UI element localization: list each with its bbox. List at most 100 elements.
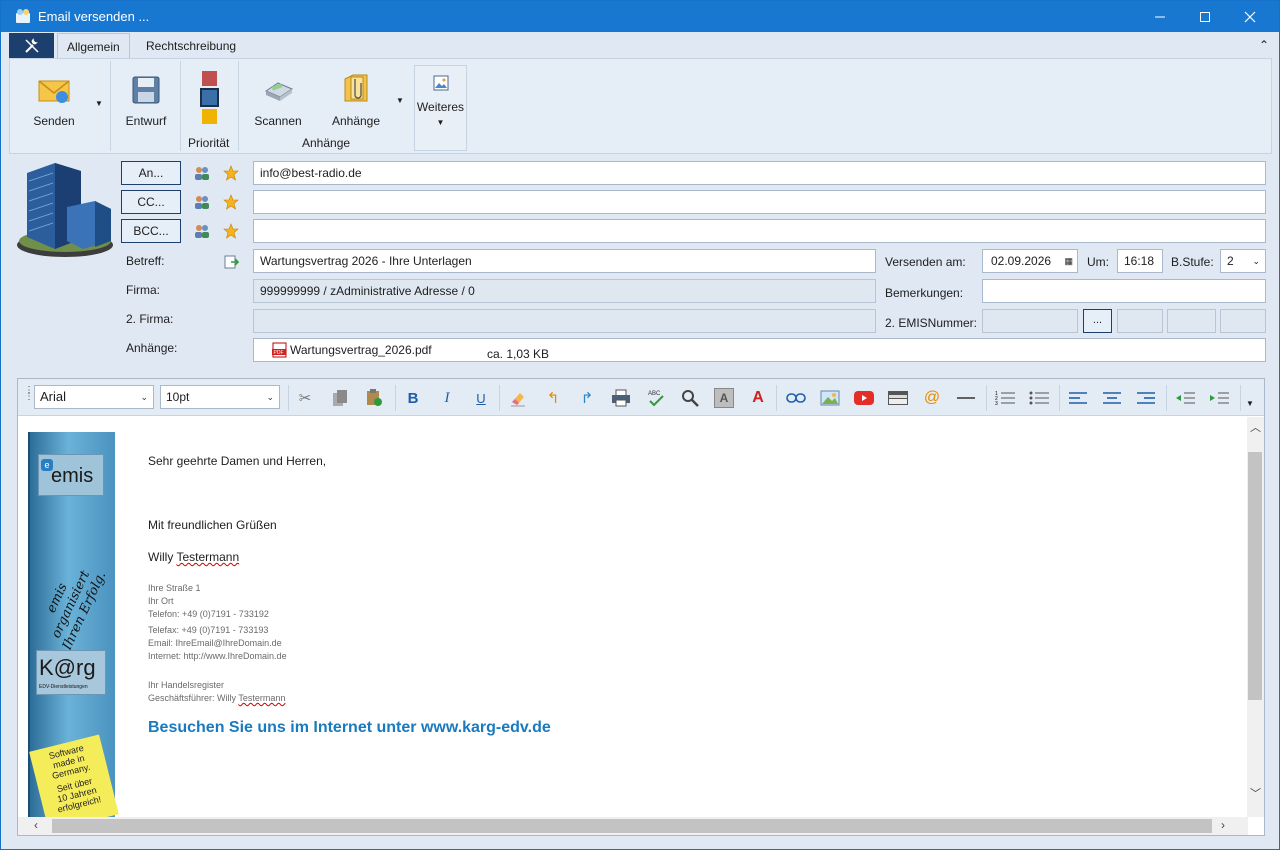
send-dropdown-icon[interactable]: ▼ xyxy=(95,99,103,108)
maximize-button[interactable] xyxy=(1182,1,1228,32)
scroll-up-icon[interactable]: ︿ xyxy=(1250,419,1261,435)
numbered-list-icon[interactable]: 123 xyxy=(994,387,1016,409)
website-link-text[interactable]: Besuchen Sie uns im Internet unter www.k… xyxy=(148,719,551,737)
indent-icon[interactable] xyxy=(1208,387,1230,409)
find-icon[interactable] xyxy=(679,387,701,409)
made-in-germany-sticker: Software made in Germany. Seit über 10 J… xyxy=(29,734,119,817)
subject-label: Betreff: xyxy=(126,254,165,268)
attachments-dropdown-icon[interactable]: ▼ xyxy=(396,96,404,105)
address-book-icon[interactable] xyxy=(194,165,210,181)
to-input[interactable]: info@best-radio.de xyxy=(253,161,1266,185)
attachment-size: ca. 1,03 KB xyxy=(486,347,550,361)
horizontal-scroll-thumb[interactable] xyxy=(52,819,1212,833)
priority-normal[interactable] xyxy=(200,88,219,107)
bcc-input[interactable] xyxy=(253,219,1266,243)
chevron-down-icon: ⌄ xyxy=(266,392,274,402)
favorites-star-icon[interactable] xyxy=(223,165,239,181)
minimize-icon xyxy=(1155,16,1165,17)
attachment-item[interactable]: PDF Wartungsvertrag_2026.pdf xyxy=(272,339,432,361)
image-icon xyxy=(433,75,448,91)
priority-group-label: Priorität xyxy=(188,136,230,150)
print-icon[interactable] xyxy=(610,387,632,409)
tools-menu-button[interactable] xyxy=(9,33,54,59)
to-button[interactable]: An... xyxy=(121,161,181,185)
address-book-icon[interactable] xyxy=(194,223,210,239)
send-button[interactable]: Senden xyxy=(28,75,80,128)
address-book-icon[interactable] xyxy=(194,194,210,210)
ribbon-tab-row: Allgemein Rechtschreibung ⌃ xyxy=(1,32,1279,59)
attachment-folder-icon xyxy=(344,74,368,102)
font-color-icon[interactable]: A xyxy=(747,387,769,409)
email-window: Email versenden ... Allgemein Rechtschre… xyxy=(0,0,1280,850)
calendar-icon[interactable]: ▦ xyxy=(1064,250,1073,272)
time-input[interactable]: 16:18 xyxy=(1117,249,1163,273)
bold-icon[interactable]: B xyxy=(402,387,424,409)
outdent-icon[interactable] xyxy=(1174,387,1196,409)
copy-icon[interactable] xyxy=(329,387,351,409)
table-icon[interactable] xyxy=(887,387,909,409)
greeting-text: Sehr geehrte Damen und Herren, xyxy=(148,454,327,468)
close-icon xyxy=(1244,11,1256,22)
editor-content[interactable]: e emis emis organisiert Ihren Erfolg. K@… xyxy=(18,417,1248,817)
tab-allgemein[interactable]: Allgemein xyxy=(57,33,130,59)
vertical-scrollbar[interactable]: ︿ ﹀ xyxy=(1247,417,1264,817)
link-icon[interactable] xyxy=(785,387,807,409)
align-left-icon[interactable] xyxy=(1067,387,1089,409)
toolbar-overflow-icon[interactable]: ▼ xyxy=(1246,399,1254,408)
chevron-down-icon: ⌄ xyxy=(140,392,148,402)
emis2-lookup-button[interactable]: ... xyxy=(1083,309,1112,333)
subject-template-icon[interactable] xyxy=(224,254,240,270)
youtube-icon[interactable] xyxy=(853,387,875,409)
company-building-icon xyxy=(17,163,113,257)
cc-input[interactable] xyxy=(253,190,1266,214)
bcc-button[interactable]: BCC... xyxy=(121,219,181,243)
highlight-icon[interactable]: A xyxy=(713,387,735,409)
horizontal-line-icon[interactable] xyxy=(955,387,977,409)
paste-icon[interactable] xyxy=(363,387,385,409)
emis2-field-3 xyxy=(1167,309,1216,333)
eraser-icon[interactable] xyxy=(507,387,529,409)
toolbar-grip-icon[interactable]: ⋮ ⋮ xyxy=(24,386,34,402)
tab-rechtschreibung[interactable]: Rechtschreibung xyxy=(137,33,245,59)
align-right-icon[interactable] xyxy=(1135,387,1157,409)
priority-high[interactable] xyxy=(202,71,217,86)
emis2-label: 2. EMISNummer: xyxy=(885,316,978,330)
underline-icon[interactable]: U xyxy=(470,387,492,409)
level-select[interactable]: 2 ⌄ xyxy=(1220,249,1266,273)
send-date-input[interactable]: 02.09.2026 ▦ xyxy=(982,249,1078,273)
horizontal-scrollbar[interactable]: ‹ › xyxy=(18,817,1248,835)
favorites-star-icon[interactable] xyxy=(223,194,239,210)
undo-icon[interactable]: ↰ xyxy=(542,387,564,409)
minimize-button[interactable] xyxy=(1137,1,1183,32)
cc-button[interactable]: CC... xyxy=(121,190,181,214)
scroll-down-icon[interactable]: ﹀ xyxy=(1250,785,1261,801)
vertical-scroll-thumb[interactable] xyxy=(1248,452,1262,700)
send-on-label: Versenden am: xyxy=(885,255,966,269)
font-family-select[interactable]: Arial ⌄ xyxy=(34,385,154,409)
signature-name: Willy Testermann xyxy=(148,550,240,564)
scroll-left-icon[interactable]: ‹ xyxy=(34,818,38,832)
remarks-input[interactable] xyxy=(982,279,1266,303)
insert-image-icon[interactable] xyxy=(819,387,841,409)
scan-button[interactable]: Scannen xyxy=(250,75,306,128)
align-center-icon[interactable] xyxy=(1101,387,1123,409)
font-size-select[interactable]: 10pt ⌄ xyxy=(160,385,280,409)
email-at-icon[interactable]: @ xyxy=(921,387,943,409)
close-button[interactable] xyxy=(1227,1,1273,32)
cut-icon[interactable]: ✂ xyxy=(294,387,316,409)
draft-button[interactable]: Entwurf xyxy=(120,75,172,128)
spellcheck-icon[interactable]: ABC xyxy=(645,387,667,409)
subject-input[interactable]: Wartungsvertrag 2026 - Ihre Unterlagen xyxy=(253,249,876,273)
bullet-list-icon[interactable] xyxy=(1028,387,1050,409)
scroll-right-icon[interactable]: › xyxy=(1221,818,1225,832)
favorites-star-icon[interactable] xyxy=(223,223,239,239)
collapse-ribbon-icon[interactable]: ⌃ xyxy=(1259,38,1269,52)
more-button[interactable]: Weiteres ▼ xyxy=(414,65,467,151)
priority-low[interactable] xyxy=(202,109,217,124)
company-label: Firma: xyxy=(126,283,160,297)
redo-icon[interactable]: ↱ xyxy=(576,387,598,409)
attachments-list: PDF Wartungsvertrag_2026.pdf ca. 1,03 KB xyxy=(253,338,1266,362)
attachments-button[interactable]: Anhänge xyxy=(328,73,384,128)
svg-text:PDF: PDF xyxy=(274,350,284,356)
italic-icon[interactable]: I xyxy=(436,387,458,409)
